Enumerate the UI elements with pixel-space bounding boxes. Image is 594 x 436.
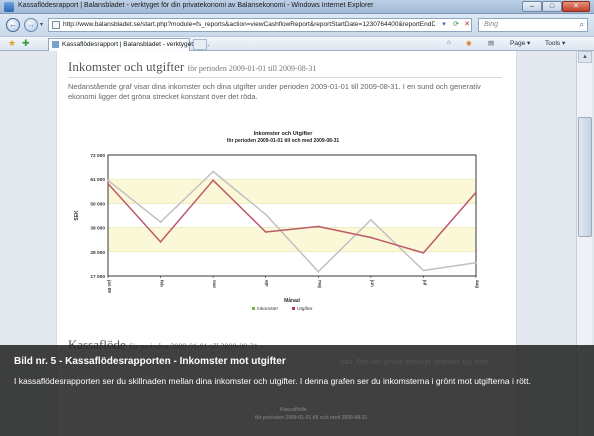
scrollbar-thumb[interactable] (578, 117, 592, 237)
legend-label-inkomster: Inkomster (257, 306, 278, 312)
intro-paragraph: Nedanstående graf visar dina inkomster o… (68, 82, 481, 101)
data-point-inkomster (159, 221, 162, 223)
data-point-inkomster (475, 261, 477, 264)
refresh-icon[interactable]: ⟳ (451, 20, 461, 30)
x-tick-label: apr (265, 280, 270, 287)
data-point-inkomster (107, 179, 109, 182)
caption-background-chart-subtitle: för perioden 2009-01-01 till och med 200… (255, 415, 368, 421)
print-icon[interactable]: ▤ (488, 39, 494, 47)
plot-area (108, 155, 476, 276)
chart-subtitle: för perioden 2009-01-01 till och med 200… (226, 138, 340, 144)
search-placeholder: Bing (484, 21, 499, 28)
ie-app-icon (4, 2, 14, 12)
legend-label-utgifter: Utgifter (297, 306, 313, 312)
window-title: Kassaflödesrapport | Balansbladet - verk… (18, 2, 374, 9)
caption-background-chart-title: Kassaflöde (280, 407, 307, 413)
data-point-utgifter (475, 191, 477, 194)
recent-pages-dropdown-icon[interactable]: ▾ (40, 21, 43, 28)
minimize-button[interactable]: – (522, 1, 542, 12)
y-tick-label: 72 000 (90, 153, 105, 159)
data-point-utgifter (159, 241, 162, 243)
data-point-utgifter (212, 179, 215, 182)
chart-title: Inkomster och Utgifter (253, 131, 313, 137)
feeds-icon[interactable]: ◉ (466, 39, 472, 47)
back-button[interactable]: ← (6, 18, 20, 32)
close-button[interactable]: ✕ (562, 1, 590, 12)
section-title: Inkomster och utgifter för perioden 2009… (68, 59, 316, 75)
home-icon[interactable]: ⌂ (447, 39, 451, 46)
legend-swatch-utgifter (292, 307, 295, 310)
search-icon[interactable]: ⌕ (580, 20, 584, 30)
caption-text: I kassaflödesrapporten ser du skillnaden… (14, 376, 531, 386)
tab-page-icon (52, 41, 59, 48)
caption-title: Bild nr. 5 - Kassaflödesrapporten - Inko… (14, 356, 286, 367)
data-point-inkomster (422, 269, 425, 272)
page-menu[interactable]: Page ▾ (510, 39, 530, 47)
y-tick-label: 39 000 (90, 226, 105, 232)
x-tick-label: maj (317, 280, 322, 288)
y-axis-label: SEK (74, 210, 80, 221)
search-input[interactable]: Bing ⌕ (478, 18, 588, 32)
section-subtitle: för perioden 2009-01-01 till 2009-08-31 (187, 64, 317, 73)
data-point-inkomster (317, 270, 320, 273)
y-tick-label: 28 000 (90, 250, 105, 256)
tab-active[interactable]: Kassaflödesrapport | Balansbladet - verk… (48, 38, 210, 51)
title-bar: Kassaflödesrapport | Balansbladet - verk… (0, 0, 594, 14)
income-expense-chart: 72 000 61 000 50 000 39 000 28 000 17 000 jan … (68, 121, 498, 317)
favorites-bar: ★ ✚ Kassaflödesrapport | Balansbladet - … (0, 36, 594, 51)
data-point-inkomster (212, 170, 215, 173)
data-point-utgifter (422, 252, 425, 254)
x-axis-label: Månad (284, 297, 300, 304)
x-tick-label: jul (422, 279, 427, 285)
y-tick-label: 50 000 (90, 201, 105, 207)
band-0 (108, 179, 476, 204)
caption-overlay: bad. Om det gröna strecket befinner sig … (0, 345, 594, 436)
data-point-utgifter (264, 231, 267, 233)
add-favorite-icon[interactable]: ✚ (22, 38, 30, 49)
y-tick-label: 61 000 (90, 177, 105, 183)
data-point-utgifter (107, 182, 109, 185)
tools-menu[interactable]: Tools ▾ (545, 39, 565, 47)
legend-swatch-inkomster (252, 307, 255, 310)
title-divider (68, 77, 502, 78)
y-tick-label: 17 000 (90, 274, 105, 280)
caption-background-text: bad. Om det gröna strecket befinner sig … (340, 357, 489, 366)
scroll-up-arrow-icon[interactable]: ▲ (578, 51, 592, 63)
stop-icon[interactable]: ✕ (462, 20, 472, 30)
address-dropdown-icon[interactable]: ▾ (439, 20, 449, 30)
forward-button[interactable]: → (24, 18, 38, 32)
data-point-utgifter (369, 236, 372, 239)
browser-window: Kassaflödesrapport | Balansbladet - verk… (0, 0, 594, 436)
data-point-inkomster (369, 219, 372, 221)
data-point-inkomster (264, 213, 267, 216)
x-tick-label: jan 09 (107, 279, 112, 293)
address-bar[interactable]: http://www.balansbladet.se/start.php?mod… (48, 18, 472, 32)
chart-svg: 72 000 61 000 50 000 39 000 28 000 17 000jan … (74, 153, 480, 312)
tab-label: Kassaflödesrapport | Balansbladet - verk… (62, 41, 210, 48)
x-tick-label: mar (212, 280, 217, 289)
address-input[interactable]: http://www.balansbladet.se/start.php?mod… (63, 21, 435, 28)
x-tick-label: feb (160, 280, 165, 287)
section-title-text: Inkomster och utgifter (68, 59, 185, 74)
data-point-utgifter (317, 225, 320, 228)
navigation-bar: ← → ▾ http://www.balansbladet.se/start.p… (0, 14, 594, 36)
maximize-button[interactable]: □ (542, 1, 562, 12)
x-tick-label: aug (475, 280, 480, 288)
page-icon (52, 21, 60, 29)
x-tick-label: jun (370, 279, 375, 287)
new-tab-button[interactable] (193, 39, 207, 50)
favorites-star-icon[interactable]: ★ (8, 38, 16, 49)
